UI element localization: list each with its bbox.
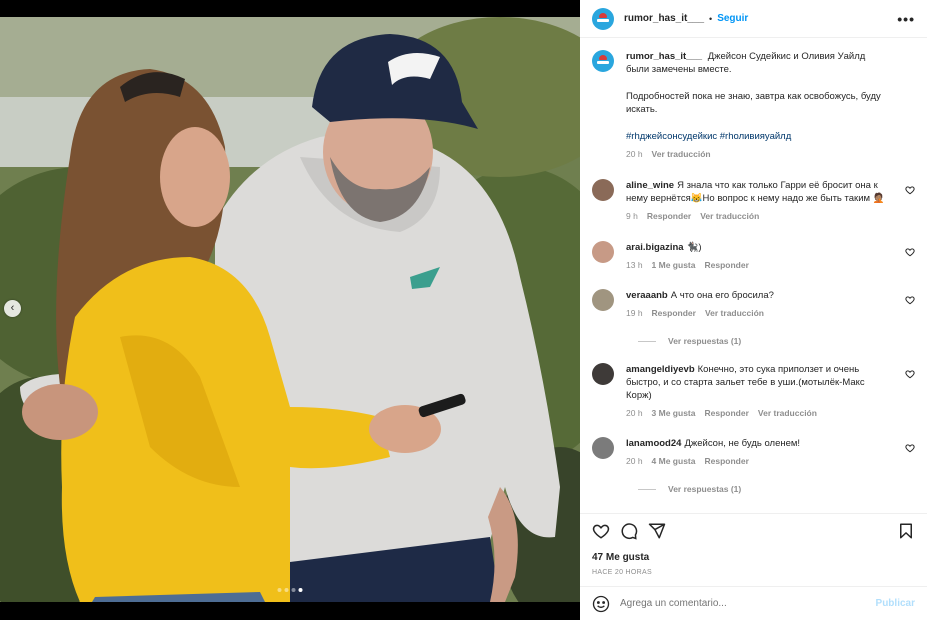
comment-username[interactable]: aline_wine [626,180,674,191]
carousel-dot-active [298,588,303,592]
comment-meta: 19 h Responder Ver traducción [626,307,891,320]
comment-body: veraaanb А что она его бросила? 19 h Respon… [626,289,915,320]
carousel-indicator [277,588,303,592]
comment-time[interactable]: 19 h [626,307,643,320]
post-side-panel: rumor_has_it___ • Seguir ••• rumor_has_i… [580,0,927,620]
comment-text: Джейсон, не будь оленем! [684,438,801,449]
post-media: ‹ [0,0,580,620]
comment-text: А что она его бросила? [670,290,774,301]
author-username[interactable]: rumor_has_it___ [624,13,704,24]
comment: aline_wine Я знала что как только Гарри е… [592,179,915,223]
comment-text: 🐈‍⬛) [686,242,702,253]
comment: arai.bigazina 🐈‍⬛) 13 h 1 Me gusta Responder [592,241,915,272]
comment-body: amangeldiyevb Конечно, это сука приползет… [626,363,915,420]
comment-icon[interactable] [620,522,638,540]
caption: rumor_has_it___ Джейсон Судейкис и Оливи… [592,50,915,161]
translate-link[interactable]: Ver traducción [758,407,817,420]
comment-time[interactable]: 9 h [626,210,638,223]
comment-like-icon[interactable] [905,185,915,195]
comment-username[interactable]: arai.bigazina [626,242,684,253]
post-photo [0,17,580,602]
view-replies-button[interactable]: Ver respuestas (1) [638,484,915,494]
caption-username[interactable]: rumor_has_it___ [626,51,702,62]
comment-body: arai.bigazina 🐈‍⬛) 13 h 1 Me gusta Responder [626,241,915,272]
comments-list: rumor_has_it___ Джейсон Судейкис и Оливи… [580,38,927,513]
header-separator: • [709,13,713,24]
bookmark-icon[interactable] [897,522,915,540]
carousel-dot [284,588,289,592]
comment-username[interactable]: amangeldiyevb [626,364,695,375]
add-comment-bar: Publicar [580,586,927,620]
carousel-dot [291,588,296,592]
commenter-avatar[interactable] [592,363,614,385]
comment-input[interactable] [620,598,876,609]
reply-button[interactable]: Responder [704,259,748,272]
author-avatar[interactable] [592,50,614,72]
caption-body: rumor_has_it___ Джейсон Судейкис и Оливи… [626,50,915,161]
share-icon[interactable] [648,522,666,540]
commenter-avatar[interactable] [592,179,614,201]
translate-link[interactable]: Ver traducción [652,148,711,161]
reply-button[interactable]: Responder [647,210,691,223]
carousel-dot [277,588,282,592]
comment-meta: 20 h 4 Me gusta Responder [626,455,891,468]
follow-button[interactable]: Seguir [717,13,748,24]
comment-meta: 9 h Responder Ver traducción [626,210,891,223]
comment-like-icon[interactable] [905,295,915,305]
comment-username[interactable]: veraaanb [626,290,668,301]
heart-icon[interactable] [592,522,610,540]
caption-text-2: Подробностей пока не знаю, завтра как ос… [626,91,881,115]
comment-body: aline_wine Я знала что как только Гарри е… [626,179,915,223]
comment-username[interactable]: lanamood24 [626,438,681,449]
comment-like-icon[interactable] [905,369,915,379]
comment-meta: 20 h 3 Me gusta Responder Ver traducción [626,407,891,420]
more-options-icon[interactable]: ••• [897,11,915,27]
comment-body: lanamood24 Джейсон, не будь оленем! 20 h 4 … [626,437,915,468]
comment-like-icon[interactable] [905,247,915,257]
comment-meta: 13 h 1 Me gusta Responder [626,259,891,272]
like-count[interactable]: 47 Me gusta [580,547,927,563]
chevron-left-icon: ‹ [10,302,15,314]
reply-button[interactable]: Responder [704,407,748,420]
post-dialog: ‹ rumor_has_it___ • Seguir ••• rumor_has… [0,0,927,620]
comment-time[interactable]: 20 h [626,455,643,468]
post-timestamp[interactable]: HACE 20 HORAS [580,563,927,586]
commenter-avatar[interactable] [592,437,614,459]
post-comment-button[interactable]: Publicar [876,598,915,609]
comment-like-icon[interactable] [905,443,915,453]
reply-button[interactable]: Responder [652,307,696,320]
caption-meta: 20 h Ver traducción [626,148,891,161]
translate-link[interactable]: Ver traducción [705,307,764,320]
comment-likes[interactable]: 1 Me gusta [652,259,696,272]
translate-link[interactable]: Ver traducción [700,210,759,223]
comment: amangeldiyevb Конечно, это сука приползет… [592,363,915,420]
caption-time[interactable]: 20 h [626,148,643,161]
commenter-avatar[interactable] [592,289,614,311]
view-replies-button[interactable]: Ver respuestas (1) [638,336,915,346]
comment-time[interactable]: 20 h [626,407,643,420]
comment-time[interactable]: 13 h [626,259,643,272]
emoji-icon[interactable] [592,595,610,613]
carousel-prev-button[interactable]: ‹ [4,300,21,317]
comment: lanamood24 Джейсон, не будь оленем! 20 h 4 … [592,437,915,468]
comment: veraaanb А что она его бросила? 19 h Respon… [592,289,915,320]
comment-likes[interactable]: 3 Me gusta [652,407,696,420]
commenter-avatar[interactable] [592,241,614,263]
reply-button[interactable]: Responder [704,455,748,468]
action-bar [580,513,927,547]
comment-likes[interactable]: 4 Me gusta [652,455,696,468]
post-header: rumor_has_it___ • Seguir ••• [580,0,927,38]
caption-hashtags[interactable]: #rhджейсонсудейкис #rhоливияуайлд [626,130,891,143]
author-avatar[interactable] [592,7,614,30]
